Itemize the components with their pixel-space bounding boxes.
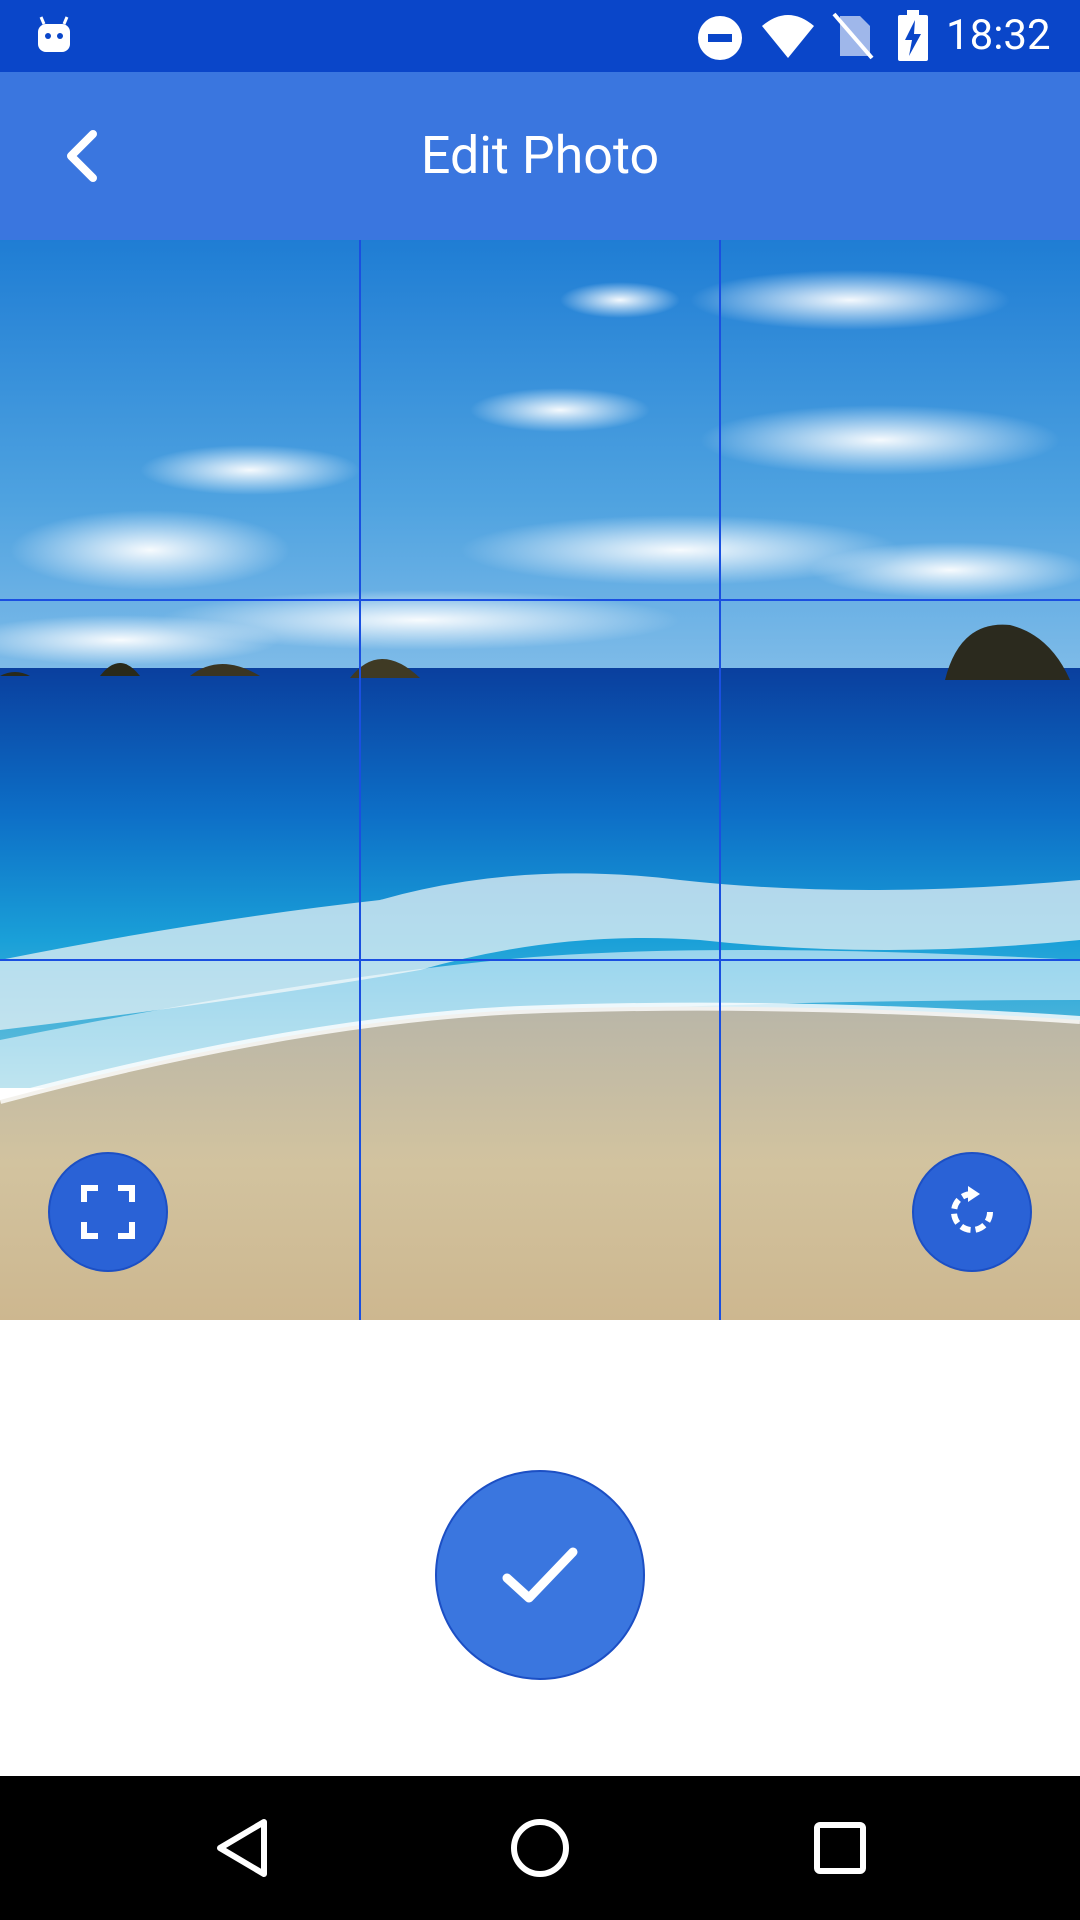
photo-crop-area[interactable] (0, 240, 1080, 1320)
fullscreen-icon (81, 1185, 135, 1239)
chevron-left-icon (67, 130, 97, 182)
app-bar: Edit Photo (0, 72, 1080, 240)
grid-line-vertical-1 (359, 240, 361, 1320)
rotate-button[interactable] (912, 1152, 1032, 1272)
nav-home-button[interactable] (500, 1808, 580, 1888)
check-icon (502, 1547, 578, 1603)
recents-square-icon (814, 1822, 866, 1874)
grid-line-horizontal-2 (0, 959, 1080, 961)
navigation-bar (0, 1776, 1080, 1920)
grid-line-vertical-2 (719, 240, 721, 1320)
do-not-disturb-icon (698, 16, 742, 60)
page-title: Edit Photo (420, 125, 660, 186)
status-time: 18:32 (946, 11, 1051, 60)
nav-back-button[interactable] (202, 1808, 282, 1888)
rotate-icon (951, 1186, 993, 1233)
back-triangle-icon (217, 1819, 267, 1877)
beach-photo (0, 240, 1080, 1320)
grid-line-horizontal-1 (0, 599, 1080, 601)
battery-charging-icon (898, 10, 928, 61)
confirm-button[interactable] (435, 1470, 645, 1680)
wifi-icon (762, 15, 814, 58)
android-debug-icon (38, 16, 70, 52)
home-circle-icon (511, 1819, 569, 1877)
status-bar: 18:32 (0, 0, 1080, 72)
nav-recents-button[interactable] (800, 1808, 880, 1888)
fullscreen-button[interactable] (48, 1152, 168, 1272)
no-sim-icon (832, 12, 874, 60)
back-button[interactable] (42, 116, 122, 196)
